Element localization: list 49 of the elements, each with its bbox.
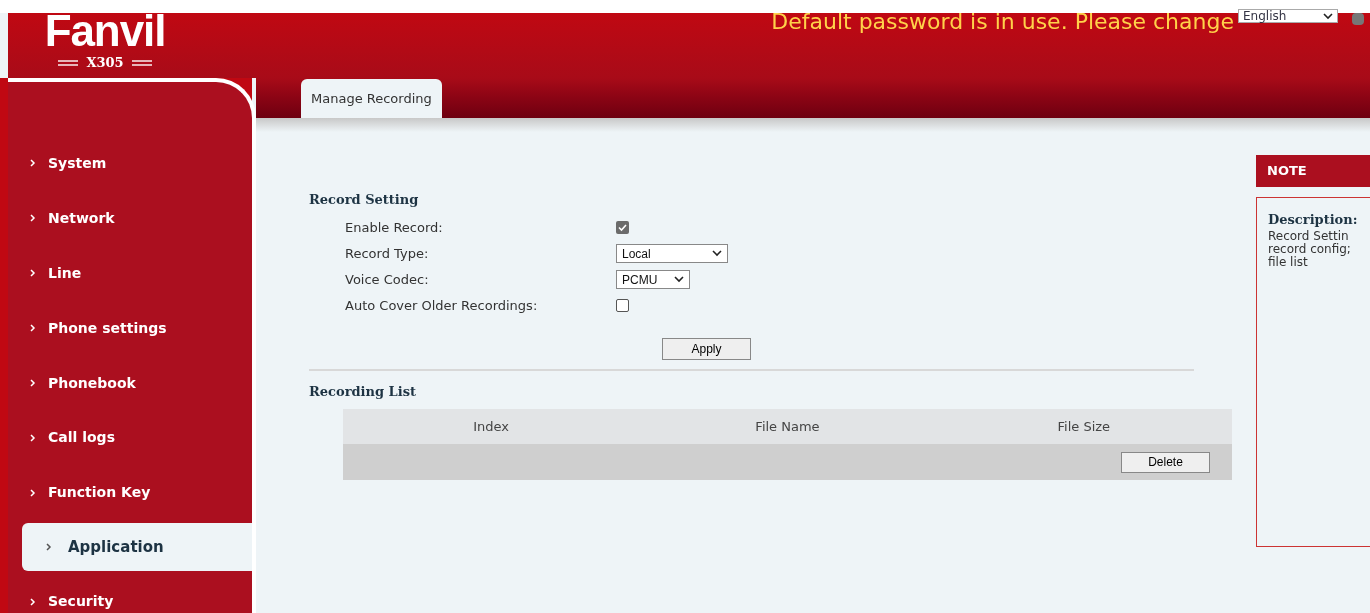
chevron-icon (30, 488, 36, 497)
chevron-icon (30, 597, 36, 606)
language-select[interactable]: English (1238, 9, 1338, 23)
chevron-icon (30, 379, 36, 388)
sidebar-item[interactable]: Application (22, 523, 252, 572)
field-label: Voice Codec: (345, 270, 430, 289)
sidebar-item[interactable]: Line (8, 261, 252, 285)
tab[interactable]: Manage Recording (301, 79, 442, 118)
chevron-icon (30, 159, 36, 168)
section-title: Record Setting (309, 191, 420, 209)
delete-button[interactable]: Delete (1121, 451, 1210, 473)
sidebar-item[interactable]: Security (8, 590, 252, 613)
sidebar-item[interactable]: Network (8, 206, 252, 230)
apply-button[interactable]: Apply (662, 337, 751, 360)
note-heading: Description: (1268, 211, 1359, 229)
note-text: file list (1268, 255, 1309, 269)
note-header: NOTE (1256, 155, 1370, 187)
model-label: X305 (86, 54, 124, 72)
stripes-icon (131, 59, 152, 66)
field-label: Enable Record: (345, 218, 444, 237)
checkbox[interactable] (616, 221, 629, 234)
select-field[interactable]: Local (616, 244, 728, 263)
note-text: Record Settin (1268, 229, 1350, 243)
chevron-icon (46, 543, 52, 552)
caret-icon (674, 276, 684, 283)
select-field[interactable]: PCMU (616, 270, 690, 289)
caret-icon (712, 250, 722, 257)
password-warning: Default password is in use. Please change (771, 9, 1234, 35)
chevron-icon (30, 214, 36, 223)
checkbox[interactable] (616, 299, 629, 312)
sidebar-item[interactable]: Call logs (8, 426, 252, 450)
section-title: Recording List (309, 382, 417, 401)
stripes-icon (58, 59, 79, 66)
column-header: Index (473, 417, 510, 436)
checkbox-icon (1352, 13, 1364, 25)
field-label: Auto Cover Older Recordings: (345, 296, 539, 315)
sidebar-item[interactable]: System (8, 152, 252, 175)
chevron-icon (30, 434, 36, 442)
sidebar-item[interactable]: Phone settings (8, 316, 252, 340)
sidebar-item[interactable]: Phonebook (8, 371, 252, 395)
brand-logo: Fanvil (44, 9, 166, 53)
note-text: record config; (1268, 242, 1352, 256)
column-header: File Size (1057, 417, 1111, 436)
caret-icon (1323, 12, 1333, 20)
sidebar-item[interactable]: Function Key (8, 481, 252, 505)
field-label: Record Type: (345, 244, 430, 263)
column-header: File Name (755, 417, 820, 436)
chevron-icon (30, 324, 36, 333)
chevron-icon (30, 269, 36, 278)
